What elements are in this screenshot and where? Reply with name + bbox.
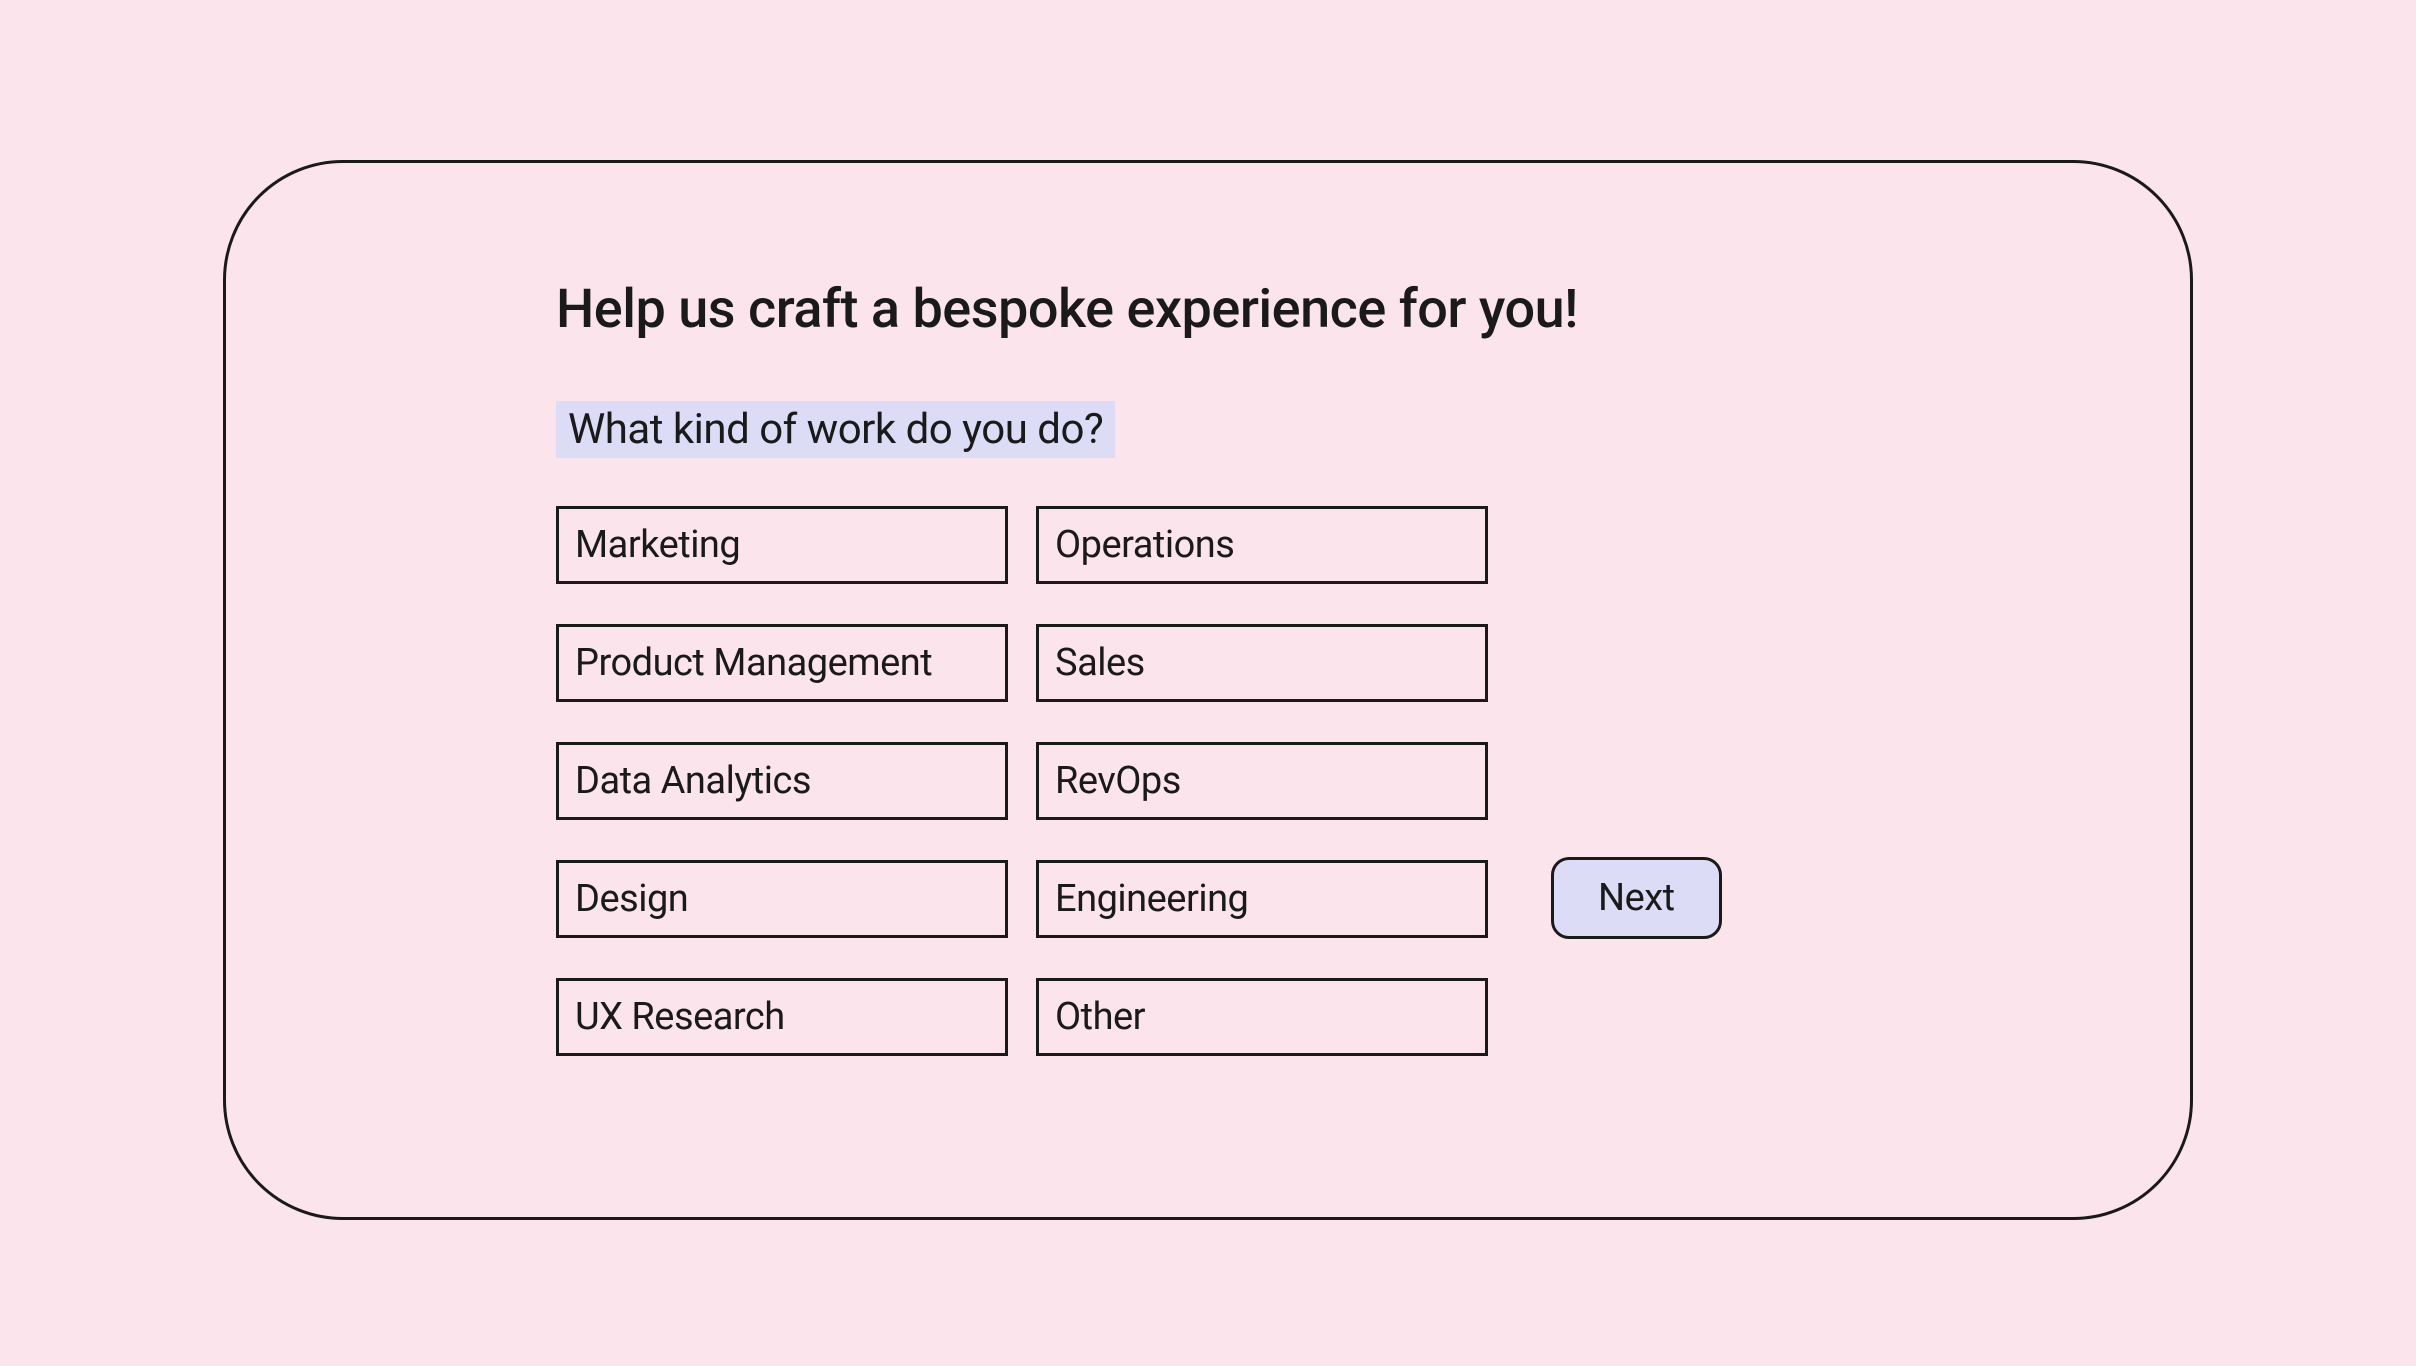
option-product-management[interactable]: Product Management	[556, 624, 1008, 702]
option-design[interactable]: Design	[556, 860, 1008, 938]
page-heading: Help us craft a bespoke experience for y…	[556, 278, 1860, 341]
question-label: What kind of work do you do?	[556, 401, 1115, 458]
option-engineering[interactable]: Engineering	[1036, 860, 1488, 938]
option-operations[interactable]: Operations	[1036, 506, 1488, 584]
option-other[interactable]: Other	[1036, 978, 1488, 1056]
option-marketing[interactable]: Marketing	[556, 506, 1008, 584]
next-button[interactable]: Next	[1551, 857, 1722, 939]
option-ux-research[interactable]: UX Research	[556, 978, 1008, 1056]
onboarding-card: Help us craft a bespoke experience for y…	[223, 160, 2193, 1220]
option-sales[interactable]: Sales	[1036, 624, 1488, 702]
option-data-analytics[interactable]: Data Analytics	[556, 742, 1008, 820]
options-column-2: Operations Sales RevOps Engineering Othe…	[1036, 506, 1488, 1056]
options-container: Marketing Product Management Data Analyt…	[556, 506, 1860, 1056]
options-column-1: Marketing Product Management Data Analyt…	[556, 506, 1008, 1056]
option-revops[interactable]: RevOps	[1036, 742, 1488, 820]
